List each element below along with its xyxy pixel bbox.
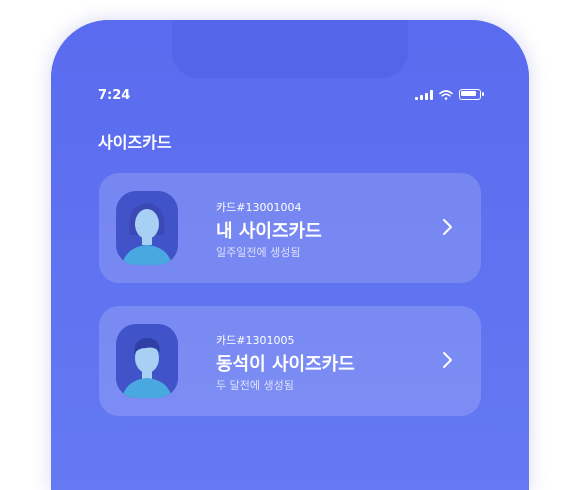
- chevron-right-icon: [443, 219, 452, 235]
- notch: [172, 20, 408, 78]
- phone-frame: 7:24 사이즈카드 카드#13001004 내 사이즈카드 일주일전에 생성됨…: [51, 20, 529, 490]
- battery-icon: [459, 89, 484, 100]
- wifi-icon: [439, 90, 453, 100]
- page-title: 사이즈카드: [98, 133, 172, 152]
- signal-icon: [415, 90, 433, 100]
- size-card-mine[interactable]: 카드#13001004 내 사이즈카드 일주일전에 생성됨: [99, 173, 481, 283]
- card-name: 내 사이즈카드: [216, 221, 322, 242]
- screen: 7:24 사이즈카드 카드#13001004 내 사이즈카드 일주일전에 생성됨…: [51, 20, 529, 490]
- card-created: 두 달전에 생성됨: [216, 379, 294, 392]
- male-avatar: [116, 324, 178, 398]
- status-icons: [415, 89, 484, 100]
- card-name: 동석이 사이즈카드: [216, 354, 355, 375]
- card-number: 카드#1301005: [216, 334, 295, 347]
- status-time: 7:24: [98, 88, 131, 103]
- chevron-right-icon: [443, 352, 452, 368]
- female-avatar: [116, 191, 178, 265]
- card-number: 카드#13001004: [216, 201, 302, 214]
- card-created: 일주일전에 생성됨: [216, 246, 301, 259]
- size-card-dongseok[interactable]: 카드#1301005 동석이 사이즈카드 두 달전에 생성됨: [99, 306, 481, 416]
